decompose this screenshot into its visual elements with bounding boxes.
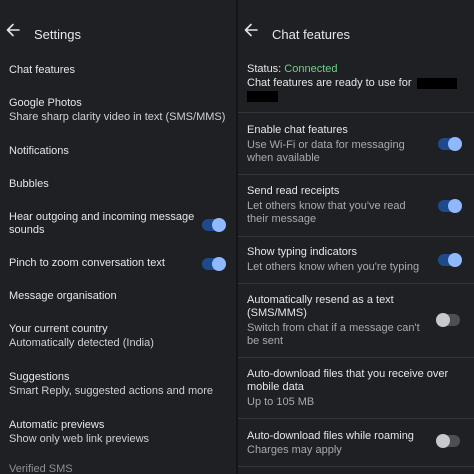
settings-item-bubbles[interactable]: Bubbles — [0, 178, 236, 196]
settings-item-google-photos[interactable]: Google Photos Share sharp clarity video … — [0, 97, 236, 127]
typing-indicators-toggle[interactable] — [438, 253, 462, 267]
divider — [238, 418, 474, 419]
divider — [238, 357, 474, 358]
item-subtitle: Let others know that you've read their m… — [247, 200, 406, 225]
settings-item-message-sounds[interactable]: Hear outgoing and incoming message sound… — [0, 211, 236, 241]
divider — [238, 112, 474, 113]
divider — [238, 283, 474, 284]
chat-features-app-bar: Chat features — [238, 0, 474, 56]
item-label: Send read receipts — [247, 185, 340, 197]
settings-app-bar: Settings — [0, 0, 236, 56]
item-subtitle: Charges may apply — [247, 444, 342, 456]
item-label: Pinch to zoom conversation text — [9, 257, 165, 269]
item-label: Auto-download files while roaming — [247, 430, 414, 442]
item-subtitle: Let others know when you're typing — [247, 261, 420, 273]
setting-send-read-receipts[interactable]: Send read receipts Let others know that … — [238, 185, 474, 229]
item-label: Automatically resend as a text (SMS/MMS) — [247, 294, 394, 319]
divider — [238, 236, 474, 237]
pinch-zoom-toggle[interactable] — [202, 257, 226, 271]
item-label: Show typing indicators — [247, 246, 358, 258]
item-subtitle: Smart Reply, suggested actions and more — [9, 385, 214, 397]
enable-chat-features-toggle[interactable] — [438, 137, 462, 151]
item-label: Chat features — [9, 64, 76, 76]
auto-resend-toggle[interactable] — [436, 313, 460, 327]
setting-enable-chat-features[interactable]: Enable chat features Use Wi-Fi or data f… — [238, 124, 474, 168]
status-connected: Connected — [284, 63, 338, 75]
settings-item-automatic-previews[interactable]: Automatic previews Show only web link pr… — [0, 419, 236, 449]
settings-item-notifications[interactable]: Notifications — [0, 145, 236, 163]
read-receipts-toggle[interactable] — [438, 199, 462, 213]
settings-item-verified-sms[interactable]: Verified SMS — [0, 463, 236, 474]
item-label: Hear outgoing and incoming message sound… — [9, 211, 195, 236]
item-subtitle: Show only web link previews — [9, 433, 150, 445]
settings-item-pinch-zoom[interactable]: Pinch to zoom conversation text — [0, 257, 236, 275]
setting-auto-download-mobile-data[interactable]: Auto-download files that you receive ove… — [238, 368, 474, 410]
status-description: Chat features are ready to use for — [247, 77, 470, 90]
page-title: Chat features — [272, 27, 351, 42]
item-subtitle: Share sharp clarity video in text (SMS/M… — [9, 111, 226, 123]
item-label: Verified SMS — [9, 463, 73, 474]
redacted-block — [247, 91, 278, 102]
settings-screen: Settings Chat features Google Photos Sha… — [0, 0, 236, 474]
status-line: Status: Connected — [247, 63, 470, 76]
status-block: Status: Connected Chat features are read… — [238, 63, 474, 105]
chat-features-screen: Chat features Status: Connected Chat fea… — [238, 0, 474, 474]
item-subtitle: Use Wi-Fi or data for messaging when ava… — [247, 139, 405, 164]
item-label: Message organisation — [9, 290, 117, 302]
setting-auto-download-roaming[interactable]: Auto-download files while roaming Charge… — [238, 430, 474, 460]
item-label: Notifications — [9, 145, 69, 157]
setting-typing-indicators[interactable]: Show typing indicators Let others know w… — [238, 246, 474, 276]
item-subtitle: Up to 105 MB — [247, 396, 315, 408]
page-title: Settings — [34, 27, 81, 42]
auto-download-roaming-toggle[interactable] — [436, 434, 460, 448]
status-label: Status: — [247, 63, 285, 75]
divider — [238, 466, 474, 467]
item-subtitle: Automatically detected (India) — [9, 337, 154, 349]
back-arrow-icon[interactable] — [6, 23, 26, 45]
redacted-phone-number — [416, 77, 457, 89]
item-label: Google Photos — [9, 97, 82, 109]
settings-item-current-country[interactable]: Your current country Automatically detec… — [0, 323, 236, 353]
item-label: Automatic previews — [9, 419, 105, 431]
status-desc-text: Chat features are ready to use for — [247, 77, 412, 89]
settings-item-suggestions[interactable]: Suggestions Smart Reply, suggested actio… — [0, 371, 236, 401]
item-label: Your current country — [9, 323, 108, 335]
item-subtitle: Switch from chat if a message can't be s… — [247, 322, 420, 347]
message-sounds-toggle[interactable] — [202, 218, 226, 232]
settings-item-message-organisation[interactable]: Message organisation — [0, 290, 236, 308]
divider — [238, 174, 474, 175]
settings-item-chat-features[interactable]: Chat features — [0, 64, 236, 82]
back-arrow-icon[interactable] — [244, 23, 264, 45]
item-label: Auto-download files that you receive ove… — [247, 368, 449, 393]
item-label: Suggestions — [9, 371, 70, 383]
setting-auto-resend-sms[interactable]: Automatically resend as a text (SMS/MMS)… — [238, 294, 474, 350]
item-label: Bubbles — [9, 178, 49, 190]
item-label: Enable chat features — [247, 124, 348, 136]
